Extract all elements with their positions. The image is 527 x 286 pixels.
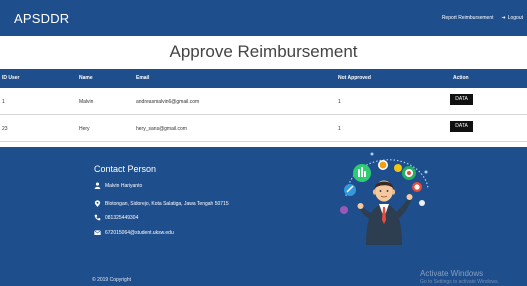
contact-address: Blotongan, Sidorejo, Kota Salatiga, Jawa… <box>94 200 229 207</box>
page-title: Approve Reimbursement <box>169 42 358 61</box>
phone-icon <box>94 214 101 221</box>
location-pin-icon <box>94 200 101 207</box>
contact-phone: 081325449304 <box>94 214 138 221</box>
table-header: ID User Name Email Not Approved Action <box>0 69 527 88</box>
copyright: © 2019 Copyright <box>92 277 131 283</box>
contact-email: 672015064@student.uksw.edu <box>94 229 174 236</box>
mail-icon <box>94 230 101 235</box>
cell-not-approved: 1 <box>338 126 341 132</box>
data-button[interactable]: DATA <box>450 94 473 105</box>
contact-address-text: Blotongan, Sidorejo, Kota Salatiga, Jawa… <box>105 200 229 207</box>
contact-name-text: Malvin Hariyanto <box>105 182 143 189</box>
cell-id-user: 1 <box>2 99 5 105</box>
column-header-not-approved: Not Approved <box>338 75 371 81</box>
column-header-action: Action <box>453 75 469 81</box>
nav-links: Report Reimbursement ➜ Logout <box>442 15 523 21</box>
businessman-with-icons-illustration <box>340 152 429 245</box>
data-button[interactable]: DATA <box>450 121 473 132</box>
brand-logo[interactable]: APSDDR <box>14 11 69 26</box>
contact-phone-text: 081325449304 <box>105 214 139 221</box>
column-header-email: Email <box>136 75 150 81</box>
cell-id-user: 23 <box>2 126 8 132</box>
column-header-name: Name <box>79 75 93 81</box>
logout-label: Logout <box>507 15 523 21</box>
cell-email: hery_sans@gmail.com <box>136 126 187 132</box>
cell-name: Malvin <box>79 99 94 105</box>
report-reimbursement-link[interactable]: Report Reimbursement <box>442 15 494 21</box>
table-row: 23 Hery hery_sans@gmail.com 1 DATA <box>0 115 527 142</box>
cell-not-approved: 1 <box>338 99 341 105</box>
activate-windows-watermark-sub: Go to Settings to activate Windows. <box>420 279 499 285</box>
table-row: 1 Malvin andreasmalvin6@gmail.com 1 DATA <box>0 88 527 115</box>
activate-windows-watermark: Activate Windows <box>420 269 484 278</box>
logout-icon: ➜ <box>501 14 506 21</box>
logout-link[interactable]: ➜ Logout <box>502 15 524 21</box>
cell-name: Hery <box>79 126 90 132</box>
report-reimbursement-label: Report Reimbursement <box>441 15 494 21</box>
contact-title: Contact Person <box>94 164 157 174</box>
contact-email-text: 672015064@student.uksw.edu <box>105 229 174 236</box>
footer: Contact Person Malvin Hariyanto Blotonga… <box>0 147 527 286</box>
column-header-id-user: ID User <box>2 75 20 81</box>
cell-email: andreasmalvin6@gmail.com <box>136 99 200 105</box>
user-icon <box>94 182 101 189</box>
top-navbar: APSDDR Report Reimbursement ➜ Logout <box>0 0 527 36</box>
contact-name: Malvin Hariyanto <box>94 182 142 189</box>
